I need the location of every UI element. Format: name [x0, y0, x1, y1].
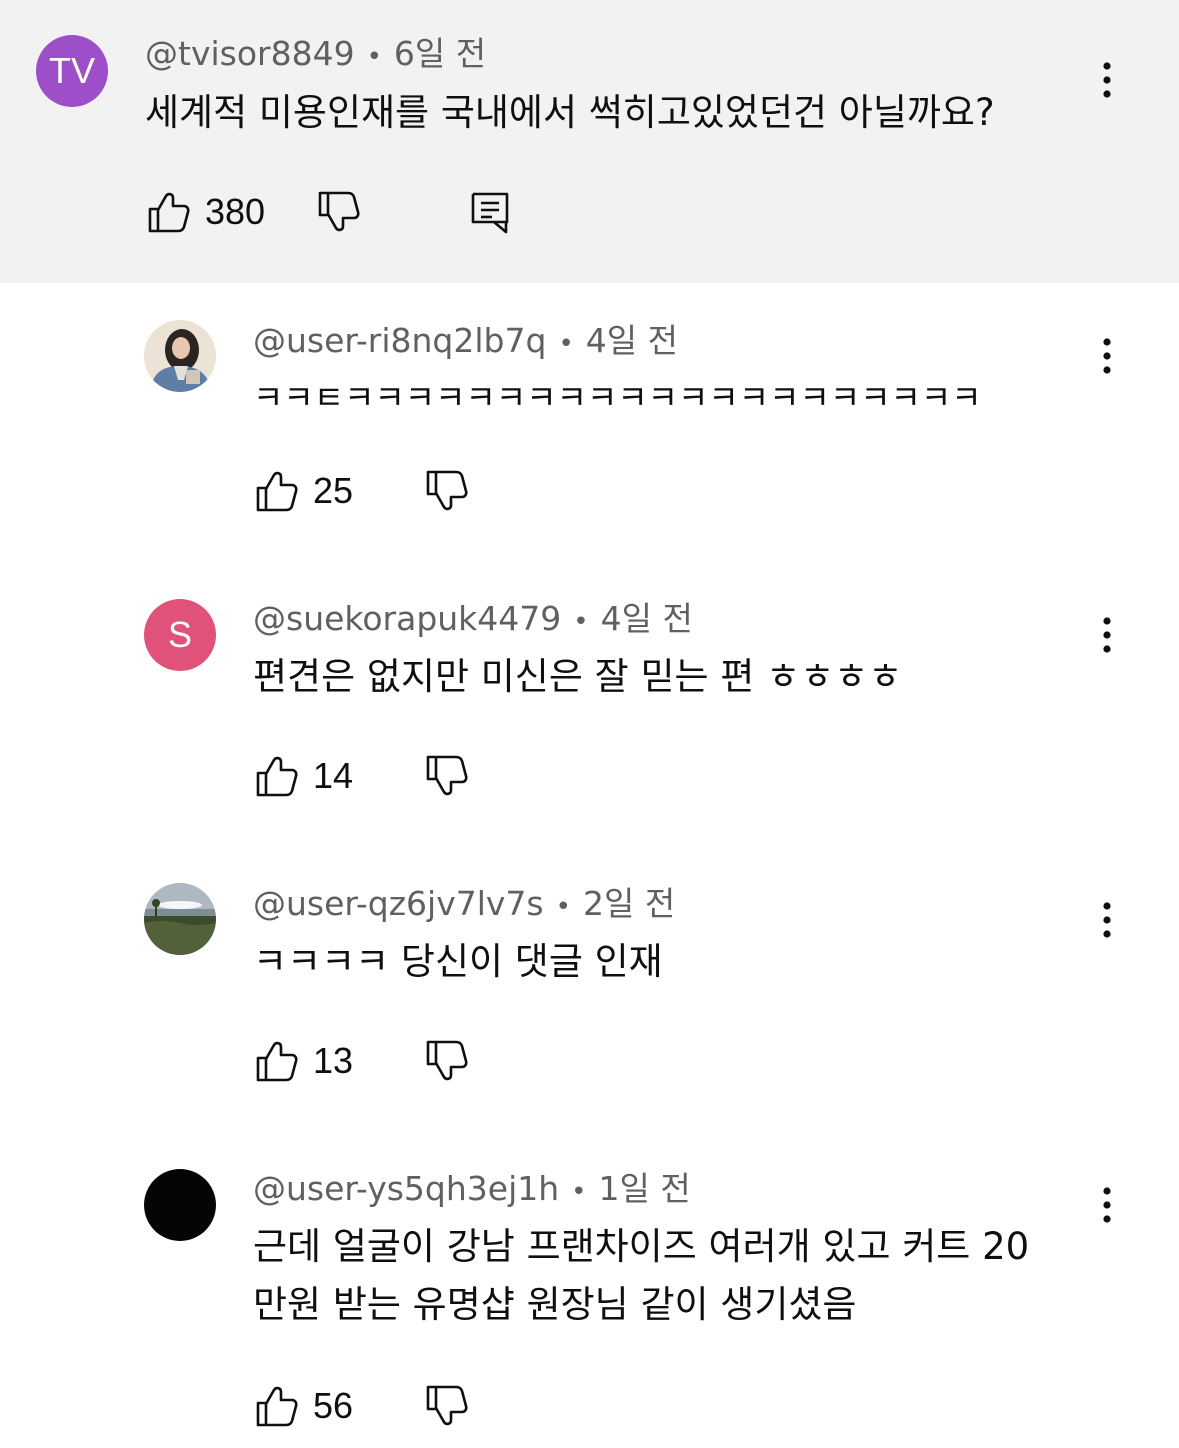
comment-meta: @user-ri8nq2lb7q • 4일 전 [253, 321, 678, 364]
comment-actions: 14 [254, 754, 514, 804]
reply-button[interactable] [468, 190, 512, 234]
avatar-initials: S [167, 614, 192, 655]
like-button[interactable] [254, 469, 298, 513]
like-count: 14 [313, 755, 354, 796]
more-options-button[interactable] [1087, 1175, 1127, 1235]
dislike-button[interactable] [424, 1039, 468, 1083]
comment-top-level: TV @tvisor8849 • 6일 전 세계적 미용인재를 국내에서 썩히고있었… [0, 0, 1179, 283]
separator-dot: • [571, 1177, 587, 1207]
reply-comment: S @suekorapuk4479 • 4일 전 편견은 없지만 미신은 잘 믿는 … [0, 568, 1179, 853]
like-count: 13 [313, 1040, 354, 1081]
comment-text: ㅋㅋㅋㅋ 당신이 댓글 인재 [253, 940, 663, 983]
avatar[interactable] [144, 883, 216, 955]
like-count: 25 [313, 470, 354, 511]
reply-comment: @user-ys5qh3ej1h • 1일 전 근데 얼굴이 강남 프랜차이즈 여러… [0, 1138, 1179, 1448]
username[interactable]: @user-ys5qh3ej1h [253, 1169, 559, 1208]
dislike-button[interactable] [424, 1384, 468, 1428]
more-vert-icon [1103, 338, 1111, 374]
separator-dot: • [558, 329, 574, 359]
comment-text-line-1: 근데 얼굴이 강남 프랜차이즈 여러개 있고 커트 20 [253, 1225, 1030, 1268]
timestamp[interactable]: 6일 전 [394, 34, 486, 73]
more-options-button[interactable] [1087, 605, 1127, 665]
timestamp[interactable]: 4일 전 [601, 599, 693, 638]
comment-text-line-2: 만원 받는 유명샵 원장님 같이 생기셨음 [253, 1283, 857, 1326]
more-options-button[interactable] [1087, 890, 1127, 950]
like-button[interactable] [254, 754, 298, 798]
separator-dot: • [555, 892, 571, 922]
like-count: 380 [205, 191, 266, 232]
timestamp[interactable]: 1일 전 [599, 1169, 691, 1208]
more-vert-icon [1103, 617, 1111, 653]
username[interactable]: @user-qz6jv7lv7s [253, 884, 544, 923]
comment-text: 세계적 미용인재를 국내에서 썩히고있었던건 아닐까요? [145, 91, 995, 134]
dislike-button[interactable] [316, 190, 360, 234]
comment-actions: 56 [254, 1384, 514, 1434]
reply-comment: @user-ri8nq2lb7q • 4일 전 ㅋㅋㅌㅋㅋㅋㅋㅋㅋㅋㅋㅋㅋㅋㅋㅋㅋㅋ… [0, 283, 1179, 568]
avatar-initials: TV [48, 50, 95, 91]
timestamp[interactable]: 4일 전 [586, 321, 678, 360]
profile-photo-icon [144, 320, 216, 392]
comment-actions: 25 [254, 469, 514, 519]
more-vert-icon [1103, 1187, 1111, 1223]
comment-text: 편견은 없지만 미신은 잘 믿는 편 ㅎㅎㅎㅎ [253, 655, 903, 698]
comment-meta: @suekorapuk4479 • 4일 전 [253, 599, 693, 642]
landscape-photo-icon [144, 883, 216, 955]
like-button[interactable] [254, 1384, 298, 1428]
like-count: 56 [313, 1385, 354, 1426]
comment-meta: @user-ys5qh3ej1h • 1일 전 [253, 1169, 691, 1212]
username[interactable]: @tvisor8849 [145, 34, 355, 73]
comment-meta: @tvisor8849 • 6일 전 [145, 34, 486, 77]
reply-comment: @user-qz6jv7lv7s • 2일 전 ㅋㅋㅋㅋ 당신이 댓글 인재 13 [0, 853, 1179, 1138]
timestamp[interactable]: 2일 전 [583, 884, 675, 923]
avatar[interactable] [144, 320, 216, 392]
like-button[interactable] [254, 1039, 298, 1083]
more-options-button[interactable] [1087, 326, 1127, 386]
avatar[interactable] [144, 1169, 216, 1241]
separator-dot: • [573, 607, 589, 637]
username[interactable]: @user-ri8nq2lb7q [253, 321, 546, 360]
username[interactable]: @suekorapuk4479 [253, 599, 561, 638]
more-options-button[interactable] [1087, 50, 1127, 110]
more-vert-icon [1103, 902, 1111, 938]
like-button[interactable] [146, 190, 190, 234]
avatar[interactable]: S [144, 599, 216, 671]
dislike-button[interactable] [424, 754, 468, 798]
avatar[interactable]: TV [36, 35, 108, 107]
separator-dot: • [366, 42, 382, 72]
dislike-button[interactable] [424, 469, 468, 513]
comment-actions: 380 [146, 190, 546, 240]
more-vert-icon [1103, 62, 1111, 98]
comment-meta: @user-qz6jv7lv7s • 2일 전 [253, 884, 675, 927]
comment-text: ㅋㅋㅌㅋㅋㅋㅋㅋㅋㅋㅋㅋㅋㅋㅋㅋㅋㅋㅋㅋㅋㅋㅋㅋ [253, 378, 982, 417]
comment-actions: 13 [254, 1039, 514, 1089]
